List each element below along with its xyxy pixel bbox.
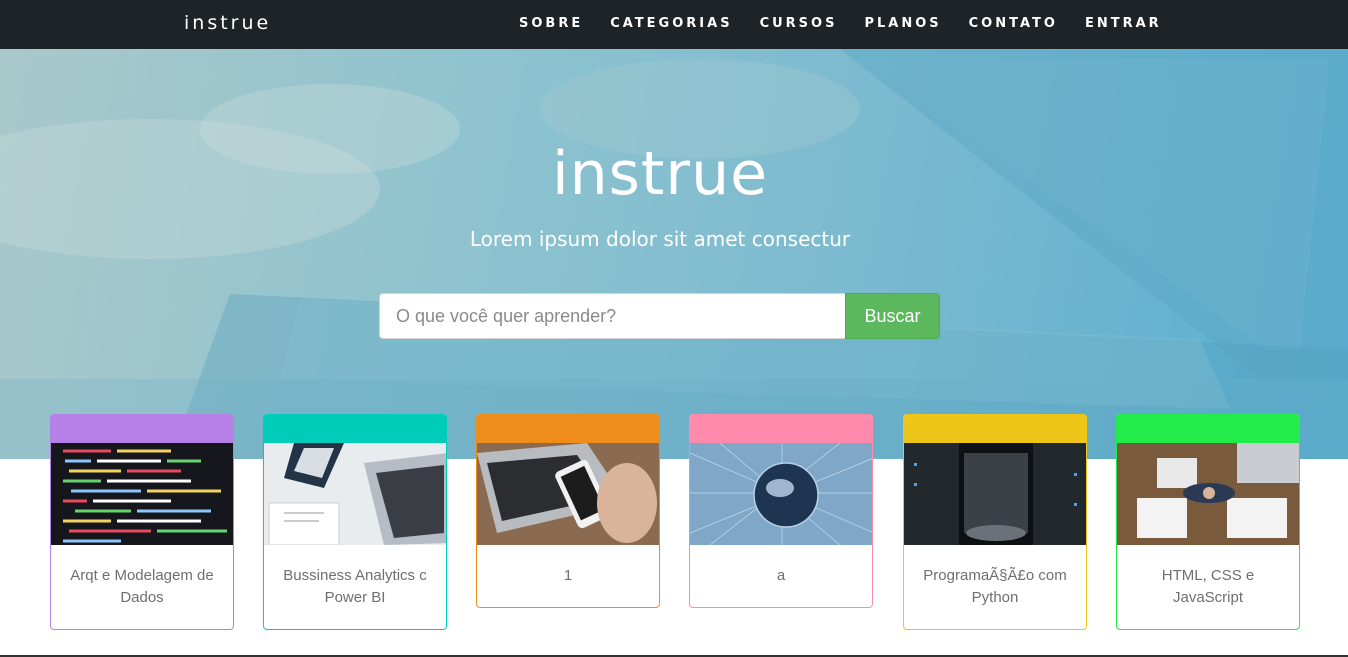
- phone-keyboard-image: [477, 443, 659, 545]
- course-card[interactable]: HTML, CSS e JavaScript: [1116, 414, 1300, 630]
- course-card[interactable]: a: [689, 414, 873, 608]
- brand-logo[interactable]: instrue: [184, 12, 271, 34]
- globe-network-image: [690, 443, 872, 545]
- course-card[interactable]: ProgramaÃ§Ã£o com Python: [903, 414, 1087, 630]
- code-screen-image: [51, 443, 233, 545]
- nav-link-sobre[interactable]: SOBRE: [519, 16, 583, 31]
- nav-links: SOBRE CATEGORIAS CURSOS PLANOS CONTATO E…: [519, 16, 1189, 31]
- nav-link-contato[interactable]: CONTATO: [969, 16, 1058, 31]
- search-button[interactable]: Buscar: [845, 293, 940, 339]
- search-input[interactable]: [379, 293, 845, 339]
- laptop-desk-image: [264, 443, 446, 545]
- nav-link-entrar[interactable]: ENTRAR: [1085, 16, 1162, 31]
- course-title: ProgramaÃ§Ã£o com Python: [923, 567, 1067, 606]
- course-card[interactable]: Bussiness Analytics c Power BI: [263, 414, 447, 630]
- hero-subtitle: Lorem ipsum dolor sit amet consectur: [469, 227, 851, 251]
- server-room-image: [904, 443, 1086, 545]
- card-color-band: [1117, 415, 1299, 443]
- card-color-band: [904, 415, 1086, 443]
- course-title: Bussiness Analytics c Power BI: [283, 567, 427, 606]
- course-title: HTML, CSS e JavaScript: [1161, 567, 1255, 606]
- course-card[interactable]: Arqt e Modelagem de Dados: [50, 414, 234, 630]
- nav-link-categorias[interactable]: CATEGORIAS: [610, 16, 732, 31]
- card-color-band: [477, 415, 659, 443]
- business-meeting-image: [1117, 443, 1299, 545]
- course-title: 1: [563, 567, 573, 584]
- nav-link-cursos[interactable]: CURSOS: [760, 16, 838, 31]
- card-color-band: [51, 415, 233, 443]
- nav-link-planos[interactable]: PLANOS: [864, 16, 941, 31]
- course-title: a: [776, 567, 786, 584]
- hero-section: instrue Lorem ipsum dolor sit amet conse…: [0, 49, 1348, 459]
- hero-background-image: [0, 49, 1348, 459]
- hero-title: instrue: [551, 139, 769, 209]
- course-card[interactable]: 1: [476, 414, 660, 608]
- navbar: instrue SOBRE CATEGORIAS CURSOS PLANOS C…: [0, 0, 1348, 49]
- card-color-band: [264, 415, 446, 443]
- card-color-band: [690, 415, 872, 443]
- course-title: Arqt e Modelagem de Dados: [70, 567, 214, 606]
